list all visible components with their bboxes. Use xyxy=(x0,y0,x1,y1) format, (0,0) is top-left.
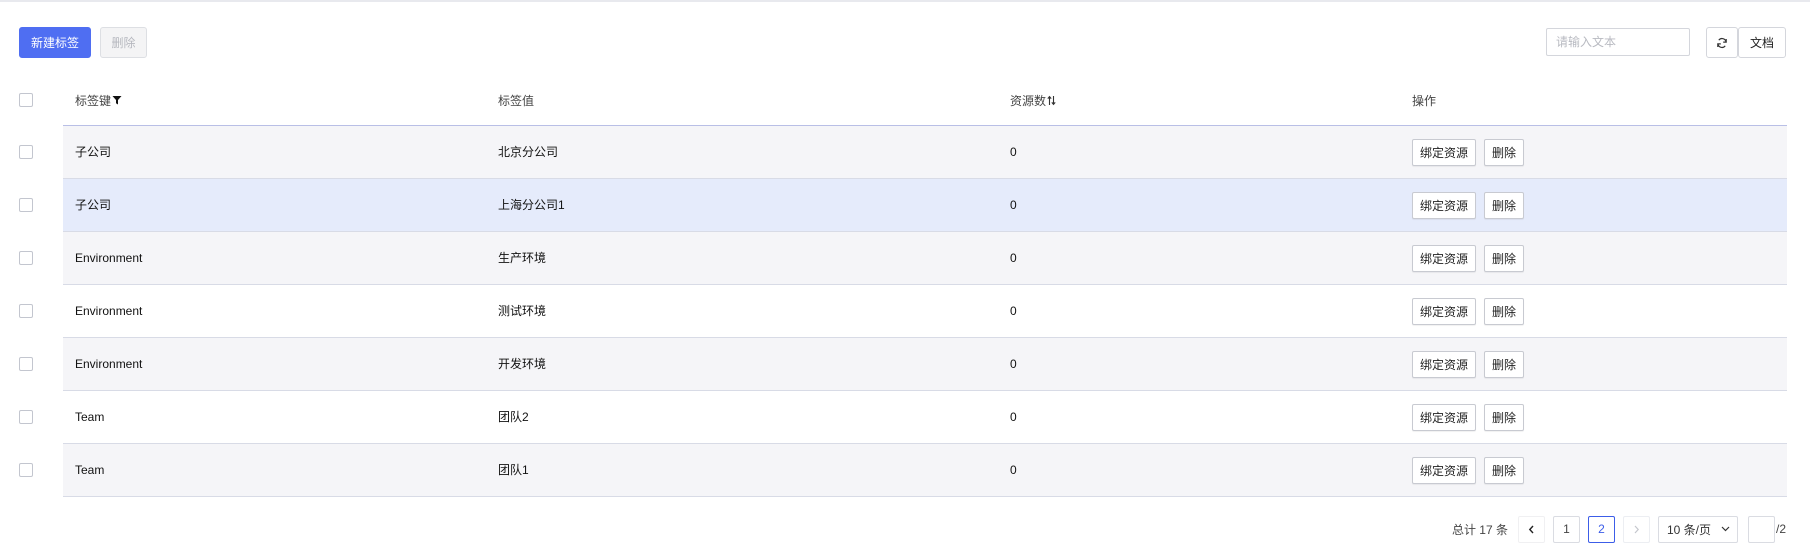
tag-value-cell: 团队1 xyxy=(498,463,529,477)
delete-row-button[interactable]: 删除 xyxy=(1484,245,1525,272)
bind-resources-button[interactable]: 绑定资源 xyxy=(1412,457,1477,484)
row-checkbox[interactable] xyxy=(19,145,33,159)
resource-count-cell: 0 xyxy=(1010,251,1017,265)
tag-key-cell: Team xyxy=(75,410,105,424)
sort-icon[interactable] xyxy=(1047,95,1056,106)
resource-count-cell: 0 xyxy=(1010,410,1017,424)
page-jump-input[interactable] xyxy=(1747,515,1775,543)
column-resource-count: 资源数 xyxy=(1010,93,1056,108)
table-row: Team 团队2 0 绑定资源 删除 xyxy=(19,391,1787,444)
refresh-button[interactable] xyxy=(1706,27,1738,58)
column-tag-key-label: 标签键 xyxy=(75,93,112,108)
batch-delete-button[interactable]: 删除 xyxy=(100,27,147,58)
bind-resources-button[interactable]: 绑定资源 xyxy=(1412,298,1477,325)
row-actions: 绑定资源 删除 xyxy=(1412,404,1525,431)
resource-count-cell: 0 xyxy=(1010,198,1017,212)
column-actions-label: 操作 xyxy=(1412,93,1437,108)
row-actions: 绑定资源 删除 xyxy=(1412,192,1525,219)
delete-row-button[interactable]: 删除 xyxy=(1484,139,1525,166)
resource-count-cell: 0 xyxy=(1010,304,1017,318)
tag-key-cell: Environment xyxy=(75,357,143,371)
bind-resources-button[interactable]: 绑定资源 xyxy=(1412,351,1477,378)
table-row: Team 团队1 0 绑定资源 删除 xyxy=(19,444,1787,497)
delete-row-button[interactable]: 删除 xyxy=(1484,192,1525,219)
search-input[interactable] xyxy=(1546,28,1690,56)
docs-button[interactable]: 文档 xyxy=(1738,27,1786,58)
delete-row-button[interactable]: 删除 xyxy=(1484,404,1525,431)
bind-resources-button[interactable]: 绑定资源 xyxy=(1412,192,1477,219)
pagination: 总计 17 条 1 2 10 条/页 /2 xyxy=(1452,515,1786,543)
table-row: Environment 测试环境 0 绑定资源 删除 xyxy=(19,285,1787,338)
total-count: 总计 17 条 xyxy=(1451,522,1508,537)
tags-table: 标签键 标签值 资源数 操作 子公司 北京分公司 0 绑定资源 删除 子公司 上海分公司1 0… xyxy=(0,76,1787,497)
next-page-button[interactable] xyxy=(1622,515,1650,543)
toolbar: 新建标签 删除 文档 xyxy=(19,27,1786,58)
delete-row-button[interactable]: 删除 xyxy=(1484,457,1525,484)
tag-value-cell: 测试环境 xyxy=(498,304,547,318)
bind-resources-button[interactable]: 绑定资源 xyxy=(1412,245,1477,272)
tag-key-cell: 子公司 xyxy=(75,145,112,159)
table-row: Environment 生产环境 0 绑定资源 删除 xyxy=(19,232,1787,285)
column-tag-value-label: 标签值 xyxy=(498,93,535,108)
refresh-icon xyxy=(1717,37,1727,48)
row-actions: 绑定资源 删除 xyxy=(1412,298,1525,325)
chevron-down-icon xyxy=(1721,526,1730,532)
column-actions: 操作 xyxy=(1412,93,1437,108)
row-checkbox[interactable] xyxy=(19,410,33,424)
column-resource-count-label: 资源数 xyxy=(1010,93,1047,108)
chevron-left-icon xyxy=(1528,525,1534,533)
page-size-select[interactable]: 10 条/页 xyxy=(1657,515,1738,543)
page-size-label: 10 条/页 xyxy=(1666,522,1712,537)
bind-resources-button[interactable]: 绑定资源 xyxy=(1412,404,1477,431)
chevron-right-icon xyxy=(1634,525,1639,533)
resource-count-cell: 0 xyxy=(1010,357,1017,371)
page-1-button[interactable]: 1 xyxy=(1552,515,1580,543)
row-checkbox[interactable] xyxy=(19,198,33,212)
tag-value-cell: 生产环境 xyxy=(498,251,547,265)
row-checkbox[interactable] xyxy=(19,357,33,371)
tag-value-cell: 北京分公司 xyxy=(498,145,559,159)
tag-value-cell: 团队2 xyxy=(498,410,529,424)
new-tag-button[interactable]: 新建标签 xyxy=(19,27,91,58)
tag-value-cell: 上海分公司1 xyxy=(498,198,565,212)
tag-key-cell: Team xyxy=(75,463,105,477)
tag-key-cell: Environment xyxy=(75,304,143,318)
tag-key-cell: 子公司 xyxy=(75,198,112,212)
page-2-button[interactable]: 2 xyxy=(1587,515,1615,543)
row-actions: 绑定资源 删除 xyxy=(1412,351,1525,378)
table-row: 子公司 上海分公司1 0 绑定资源 删除 xyxy=(19,179,1787,232)
delete-row-button[interactable]: 删除 xyxy=(1484,351,1525,378)
row-actions: 绑定资源 删除 xyxy=(1412,457,1525,484)
tag-value-cell: 开发环境 xyxy=(498,357,547,371)
column-tag-key: 标签键 xyxy=(75,93,122,108)
table-header: 标签键 标签值 资源数 操作 xyxy=(19,76,1787,126)
prev-page-button[interactable] xyxy=(1517,515,1545,543)
top-divider xyxy=(0,0,1810,2)
row-actions: 绑定资源 删除 xyxy=(1412,139,1525,166)
row-checkbox[interactable] xyxy=(19,463,33,477)
bind-resources-button[interactable]: 绑定资源 xyxy=(1412,139,1477,166)
row-checkbox[interactable] xyxy=(19,251,33,265)
column-tag-value: 标签值 xyxy=(498,93,535,108)
delete-row-button[interactable]: 删除 xyxy=(1484,298,1525,325)
filter-icon[interactable] xyxy=(112,95,122,105)
select-all-checkbox[interactable] xyxy=(19,93,33,107)
resource-count-cell: 0 xyxy=(1010,463,1017,477)
table-row: Environment 开发环境 0 绑定资源 删除 xyxy=(19,338,1787,391)
total-pages: /2 xyxy=(1775,522,1786,536)
resource-count-cell: 0 xyxy=(1010,145,1017,159)
row-checkbox[interactable] xyxy=(19,304,33,318)
table-row: 子公司 北京分公司 0 绑定资源 删除 xyxy=(19,126,1787,179)
tag-key-cell: Environment xyxy=(75,251,143,265)
row-actions: 绑定资源 删除 xyxy=(1412,245,1525,272)
